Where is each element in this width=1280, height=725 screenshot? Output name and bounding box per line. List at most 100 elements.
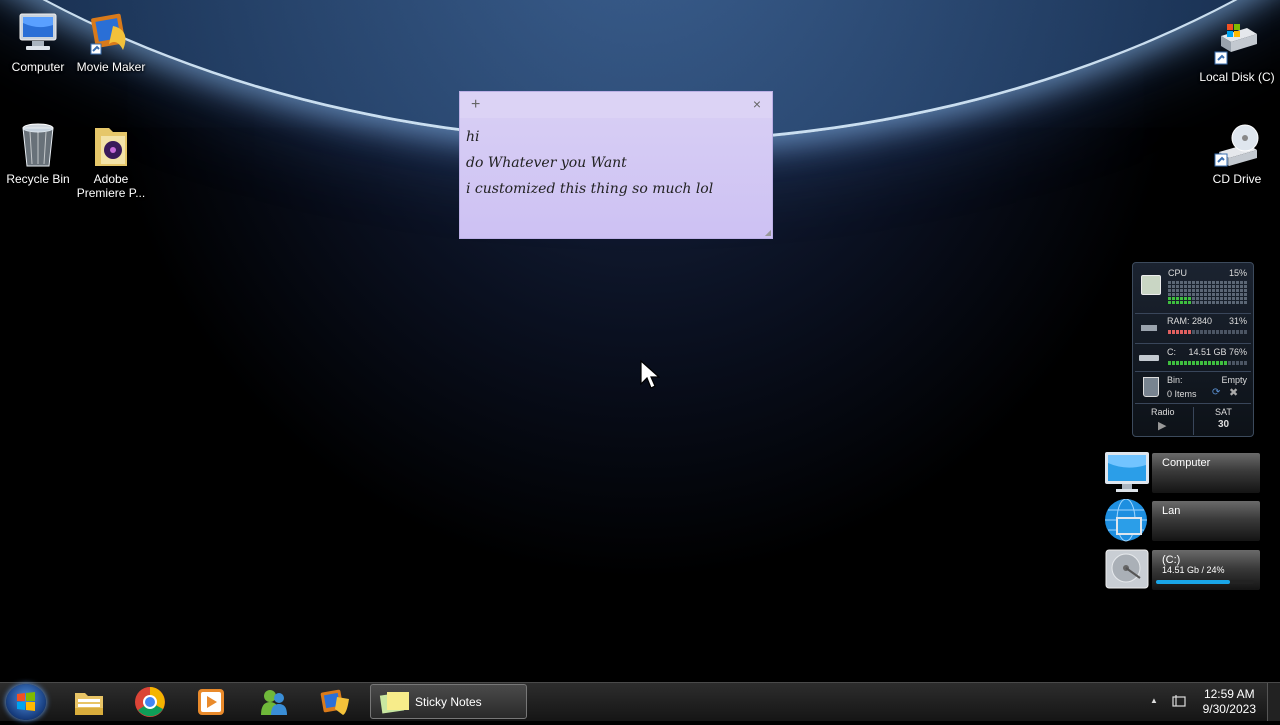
start-button[interactable] [6, 684, 46, 720]
cpu-graph-cell [1224, 297, 1227, 300]
resize-grip-icon[interactable]: ◢ [765, 228, 771, 237]
cpu-graph-cell [1224, 289, 1227, 292]
desktop-icon-movie-maker[interactable]: Movie Maker [73, 10, 149, 74]
drive-c-widget[interactable]: (C:) 14.51 Gb / 24% [1104, 548, 1260, 590]
cpu-graph-cell [1212, 289, 1215, 292]
desktop-icon-computer[interactable]: Computer [0, 10, 76, 74]
action-center-flag-icon[interactable] [1172, 694, 1186, 713]
meter-segment [1232, 361, 1235, 365]
radio-play-button[interactable]: ▶ [1158, 419, 1166, 432]
refresh-icon[interactable]: ⟳ [1212, 387, 1220, 398]
cpu-graph-cell [1236, 285, 1239, 288]
ram-meter: RAM: 2840 31% [1133, 315, 1253, 343]
cpu-graph-cell [1236, 297, 1239, 300]
computer-widget-label: Computer [1162, 457, 1211, 469]
ram-chip-icon [1141, 325, 1157, 331]
close-note-button[interactable]: × [753, 96, 761, 112]
sticky-note-line[interactable]: hi [466, 129, 480, 145]
cpu-graph-cell [1196, 281, 1199, 284]
cpu-graph-cell [1204, 281, 1207, 284]
cpu-graph-cell [1180, 301, 1183, 304]
meter-segment [1196, 330, 1199, 334]
cpu-graph-cell [1220, 281, 1223, 284]
show-hidden-icons-button[interactable]: ▲ [1150, 696, 1158, 705]
recycle-bin-meter: Bin: Empty 0 Items ⟳ ✖ [1133, 373, 1253, 401]
cpu-graph-cell [1172, 297, 1175, 300]
empty-bin-icon[interactable]: ✖ [1229, 386, 1238, 399]
ram-label: RAM: 2840 [1167, 316, 1213, 326]
cpu-graph-cell [1220, 289, 1223, 292]
sticky-note-line[interactable]: do Whatever you Want [466, 155, 627, 171]
meter-segment [1212, 330, 1215, 334]
taskbar-messenger[interactable] [251, 686, 297, 718]
computer-icon [14, 10, 62, 58]
meter-segment [1192, 330, 1195, 334]
desktop-icon-recycle-bin[interactable]: Recycle Bin [0, 122, 76, 186]
divider [1135, 371, 1251, 372]
network-globe-icon [1104, 498, 1150, 542]
meter-segment [1220, 361, 1223, 365]
clock-time: 12:59 AM [1203, 687, 1255, 701]
cpu-graph-cell [1212, 293, 1215, 296]
taskbar-movie-maker[interactable] [312, 686, 358, 718]
meter-segment [1184, 330, 1187, 334]
cpu-graph-cell [1176, 285, 1179, 288]
cpu-graph-cell [1244, 281, 1247, 284]
cpu-graph-cell [1176, 289, 1179, 292]
cpu-graph-cell [1196, 301, 1199, 304]
meter-segment [1188, 361, 1191, 365]
cpu-graph-cell [1212, 301, 1215, 304]
taskbar-chrome[interactable] [127, 686, 173, 718]
messenger-icon [261, 690, 287, 715]
cpu-graph-cell [1200, 281, 1203, 284]
lan-widget[interactable]: Lan [1104, 498, 1260, 542]
taskbar-media-player[interactable] [188, 686, 234, 718]
computer-widget[interactable]: Computer [1104, 451, 1260, 493]
cpu-graph-cell [1200, 301, 1203, 304]
cpu-graph-cell [1236, 293, 1239, 296]
sticky-note-line[interactable]: i customized this thing so much lol [466, 181, 713, 197]
cpu-graph-cell [1172, 285, 1175, 288]
cpu-graph-cell [1200, 289, 1203, 292]
cpu-graph-cell [1208, 281, 1211, 284]
show-desktop-button[interactable] [1267, 683, 1280, 721]
drive-meter: C: 14.51 GB 76% [1133, 345, 1253, 371]
lan-widget-label: Lan [1162, 505, 1181, 517]
cpu-graph-cell [1212, 297, 1215, 300]
sticky-note-window[interactable]: + × hi do Whatever you Want i customized… [459, 91, 773, 239]
meter-segment [1228, 330, 1231, 334]
cpu-graph-cell [1244, 285, 1247, 288]
meter-segment [1216, 361, 1219, 365]
cpu-graph-cell [1228, 301, 1231, 304]
cpu-graph-cell [1176, 281, 1179, 284]
system-clock[interactable]: 12:59 AM 9/30/2023 [1203, 687, 1256, 717]
system-monitor-gadget[interactable]: CPU 15% RAM: 2840 31% C: 14.51 GB 76% Bi… [1132, 262, 1254, 437]
desktop-icon-adobe-premiere[interactable]: Adobe Premiere P... [73, 122, 149, 200]
cpu-graph-cell [1172, 281, 1175, 284]
cpu-percent: 15% [1228, 268, 1247, 278]
cd-drive-icon [1213, 122, 1261, 170]
taskbar-explorer[interactable] [66, 686, 112, 718]
meter-segment [1200, 330, 1203, 334]
meter-segment [1172, 361, 1175, 365]
cpu-graph [1168, 281, 1248, 305]
desktop-icon-cd-drive[interactable]: CD Drive [1199, 122, 1275, 186]
add-note-button[interactable]: + [471, 96, 480, 114]
divider [1135, 313, 1251, 314]
ram-percent: 31% [1228, 316, 1247, 326]
drive-label: C: [1167, 347, 1176, 357]
cpu-graph-cell [1192, 301, 1195, 304]
monitor-icon [1104, 451, 1150, 493]
taskbar-sticky-notes[interactable]: Sticky Notes [370, 684, 527, 719]
cpu-graph-cell [1188, 301, 1191, 304]
meter-segment [1192, 361, 1195, 365]
cpu-graph-cell [1184, 297, 1187, 300]
ram-bar [1168, 330, 1247, 334]
cpu-graph-cell [1192, 297, 1195, 300]
bin-items: 0 Items [1167, 389, 1197, 399]
hard-drive-icon [1139, 355, 1159, 361]
sticky-note-titlebar[interactable]: + × [460, 92, 772, 118]
divider [1193, 407, 1194, 435]
meter-segment [1244, 330, 1247, 334]
desktop-icon-local-disk[interactable]: Local Disk (C) [1199, 20, 1275, 84]
